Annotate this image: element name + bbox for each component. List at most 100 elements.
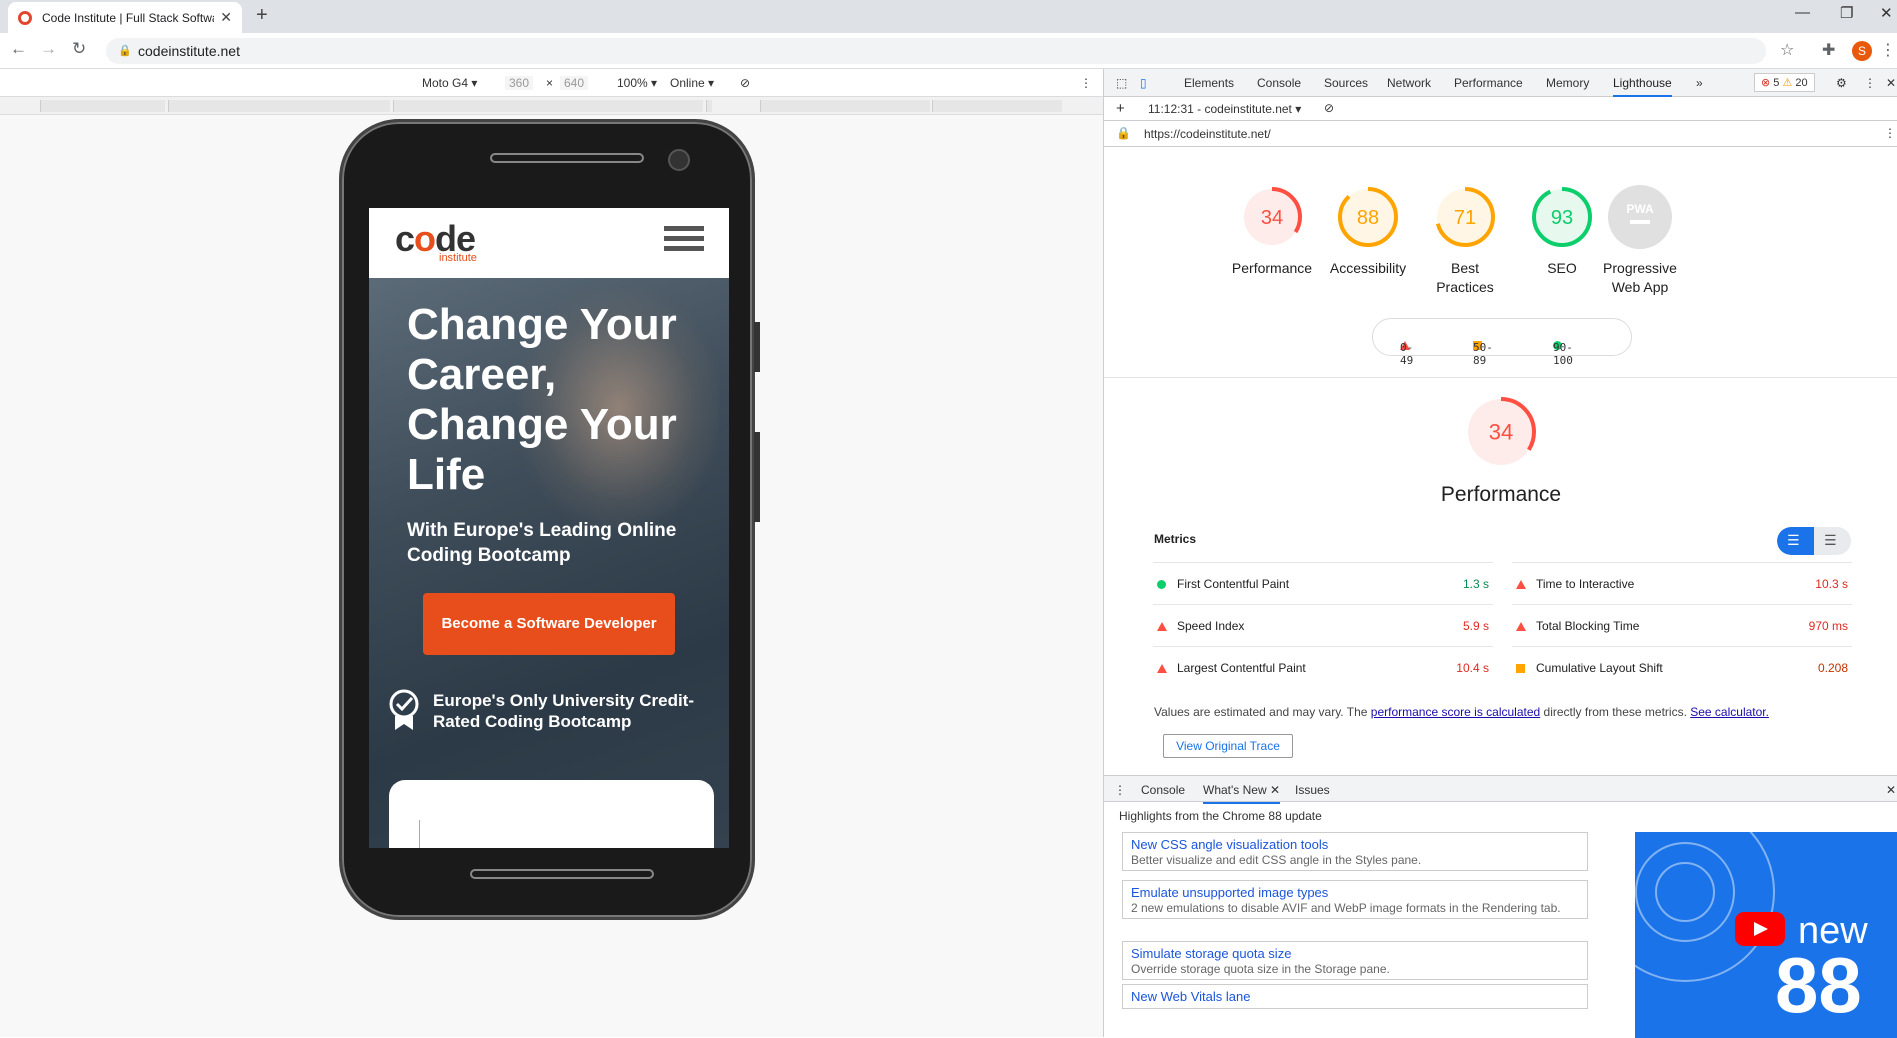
drawer-close-icon[interactable]: ✕ — [1886, 783, 1896, 797]
tab-elements[interactable]: Elements — [1184, 76, 1234, 90]
extensions-icon[interactable]: ✚ — [1822, 40, 1835, 60]
compact-view-icon[interactable]: ☰ — [1787, 532, 1800, 549]
new-report-icon[interactable]: + — [1116, 100, 1125, 117]
gauge-score: 71 — [1454, 207, 1476, 229]
whats-new-title[interactable]: New CSS angle visualization tools — [1131, 837, 1579, 852]
drawer-tab-bar: ⋮ Console What's New ✕ Issues ✕ — [1104, 776, 1897, 804]
hamburger-menu-icon[interactable] — [664, 226, 704, 258]
metric-value: 10.3 s — [1815, 577, 1848, 591]
pass-circle-icon — [1157, 580, 1166, 589]
metrics-note: Values are estimated and may vary. The p… — [1154, 705, 1769, 719]
gauge-label: Performance — [1231, 260, 1313, 276]
whats-new-desc: Better visualize and edit CSS angle in t… — [1131, 853, 1422, 867]
tab-bar: Code Institute | Full Stack Softwa ✕ + —… — [0, 0, 1897, 33]
lighthouse-toolbar: + 11:12:31 - codeinstitute.net ▾ ⊘ — [1104, 97, 1897, 121]
whats-new-item[interactable]: New CSS angle visualization tools Better … — [1122, 832, 1588, 871]
whats-new-title[interactable]: Emulate unsupported image types — [1131, 885, 1579, 900]
browser-menu-icon[interactable]: ⋮ — [1880, 40, 1896, 60]
metric-row: Total Blocking Time 970 ms — [1512, 604, 1852, 646]
metric-row: First Contentful Paint 1.3 s — [1153, 562, 1493, 604]
device-toolbar-menu-icon[interactable]: ⋮ — [1080, 76, 1092, 90]
fail-triangle-icon — [1516, 580, 1526, 589]
drawer-tab-issues[interactable]: Issues — [1295, 783, 1330, 797]
whats-new-title[interactable]: Simulate storage quota size — [1131, 946, 1579, 961]
drawer-tab-whats-new[interactable]: What's New ✕ — [1203, 783, 1281, 804]
report-selector[interactable]: 11:12:31 - codeinstitute.net ▾ — [1148, 102, 1301, 116]
tab-lighthouse[interactable]: Lighthouse — [1613, 76, 1672, 97]
metrics-view-toggle[interactable]: ☰ ☰ — [1777, 527, 1851, 555]
clear-reports-icon[interactable]: ⊘ — [1324, 101, 1334, 115]
window-close-icon[interactable]: ✕ — [1880, 4, 1893, 22]
device-toggle-icon[interactable]: ▯ — [1140, 76, 1147, 90]
whats-new-desc: 2 new emulations to disable AVIF and Web… — [1131, 901, 1561, 915]
devtools-menu-icon[interactable]: ⋮ — [1864, 76, 1876, 90]
fail-triangle-icon — [1157, 664, 1167, 673]
average-square-icon — [1516, 664, 1525, 673]
metric-name: First Contentful Paint — [1177, 577, 1290, 591]
drawer-menu-icon[interactable]: ⋮ — [1114, 783, 1126, 797]
browser-tab[interactable]: Code Institute | Full Stack Softwa ✕ — [8, 2, 242, 33]
gauge-accessibility[interactable]: 88 Accessibility — [1318, 185, 1418, 278]
perf-big-gauge: 34 — [1451, 395, 1551, 469]
see-calculator-link[interactable]: See calculator. — [1690, 705, 1769, 719]
drawer-tab-console[interactable]: Console — [1141, 783, 1185, 797]
back-icon[interactable]: ← — [10, 39, 27, 59]
url-input[interactable]: 🔒 codeinstitute.net — [106, 38, 1766, 64]
pwa-badge-icon: PWA — [1608, 185, 1672, 249]
metric-value: 5.9 s — [1462, 619, 1489, 633]
network-select[interactable]: Online ▾ — [670, 76, 714, 90]
tab-console[interactable]: Console — [1257, 76, 1301, 90]
whats-new-heading: Highlights from the Chrome 88 update — [1119, 809, 1322, 823]
rotate-icon[interactable]: ⊘ — [740, 76, 750, 90]
tab-memory[interactable]: Memory — [1546, 76, 1589, 90]
hero-title: Change Your Career, Change Your Life — [407, 300, 677, 499]
tab-performance[interactable]: Performance — [1454, 76, 1523, 90]
settings-gear-icon[interactable]: ⚙ — [1836, 76, 1847, 90]
hero-section: Change Your Career, Change Your Life Wit… — [369, 278, 729, 848]
maximize-icon[interactable]: ❐ — [1840, 4, 1853, 22]
issues-counter[interactable]: ⊗ 5 ⚠ 20 — [1754, 73, 1815, 92]
report-menu-icon[interactable]: ⋮ — [1884, 126, 1896, 140]
devtools-panel: ⬚ ▯ Elements Console Sources Network Per… — [1103, 69, 1897, 1038]
gauge-label: Progressive Web App — [1603, 260, 1677, 295]
reload-icon[interactable]: ↻ — [72, 39, 86, 59]
hero-subtitle: With Europe's Leading Online Coding Boot… — [407, 520, 677, 566]
fail-triangle-icon — [1516, 622, 1526, 631]
gauge-score: 34 — [1261, 207, 1283, 229]
device-select[interactable]: Moto G4 ▾ — [422, 76, 477, 90]
device-height-input[interactable]: 640 — [560, 76, 589, 90]
whats-new-title[interactable]: New Web Vitals lane — [1131, 989, 1579, 1004]
bookmark-star-icon[interactable]: ☆ — [1780, 40, 1794, 60]
chrome-88-video[interactable]: new 88 — [1635, 832, 1897, 1038]
section-divider — [1104, 377, 1897, 378]
inspect-element-icon[interactable]: ⬚ — [1116, 76, 1127, 90]
profile-avatar[interactable]: S — [1852, 41, 1872, 61]
devtools-close-icon[interactable]: ✕ — [1886, 76, 1896, 90]
zoom-select[interactable]: 100% ▾ — [617, 76, 657, 90]
score-calc-link[interactable]: performance score is calculated — [1371, 705, 1540, 719]
tab-sources[interactable]: Sources — [1324, 76, 1368, 90]
tab-close-icon[interactable]: ✕ — [220, 9, 232, 26]
gauge-pwa[interactable]: PWA Progressive Web App — [1590, 185, 1690, 297]
gauge-best-practices[interactable]: 71 Best Practices — [1415, 185, 1515, 297]
become-developer-button[interactable]: Become a Software Developer — [423, 593, 675, 655]
metric-value: 1.3 s — [1462, 577, 1489, 591]
media-query-ruler — [0, 97, 1103, 115]
whats-new-item[interactable]: New Web Vitals lane — [1122, 984, 1588, 1009]
whats-new-desc: Override storage quota size in the Stora… — [1131, 962, 1390, 976]
new-tab-icon[interactable]: + — [256, 4, 268, 27]
site-header: code institute — [369, 208, 729, 278]
view-trace-button[interactable]: View Original Trace — [1163, 734, 1293, 758]
more-tabs-icon[interactable]: » — [1696, 76, 1703, 90]
site-favicon-icon — [18, 10, 32, 25]
device-width-input[interactable]: 360 — [505, 76, 534, 90]
forward-icon[interactable]: → — [40, 39, 57, 59]
gauge-performance[interactable]: 34 Performance — [1222, 185, 1322, 278]
tab-network[interactable]: Network — [1387, 76, 1431, 90]
minimize-icon[interactable]: — — [1795, 4, 1810, 21]
whats-new-item[interactable]: Simulate storage quota size Override stor… — [1122, 941, 1588, 980]
report-url: https://codeinstitute.net/ — [1144, 127, 1271, 141]
whats-new-item[interactable]: Emulate unsupported image types 2 new emu… — [1122, 880, 1588, 919]
expanded-view-icon[interactable]: ☰ — [1824, 532, 1837, 549]
phone-side-button — [754, 322, 760, 372]
